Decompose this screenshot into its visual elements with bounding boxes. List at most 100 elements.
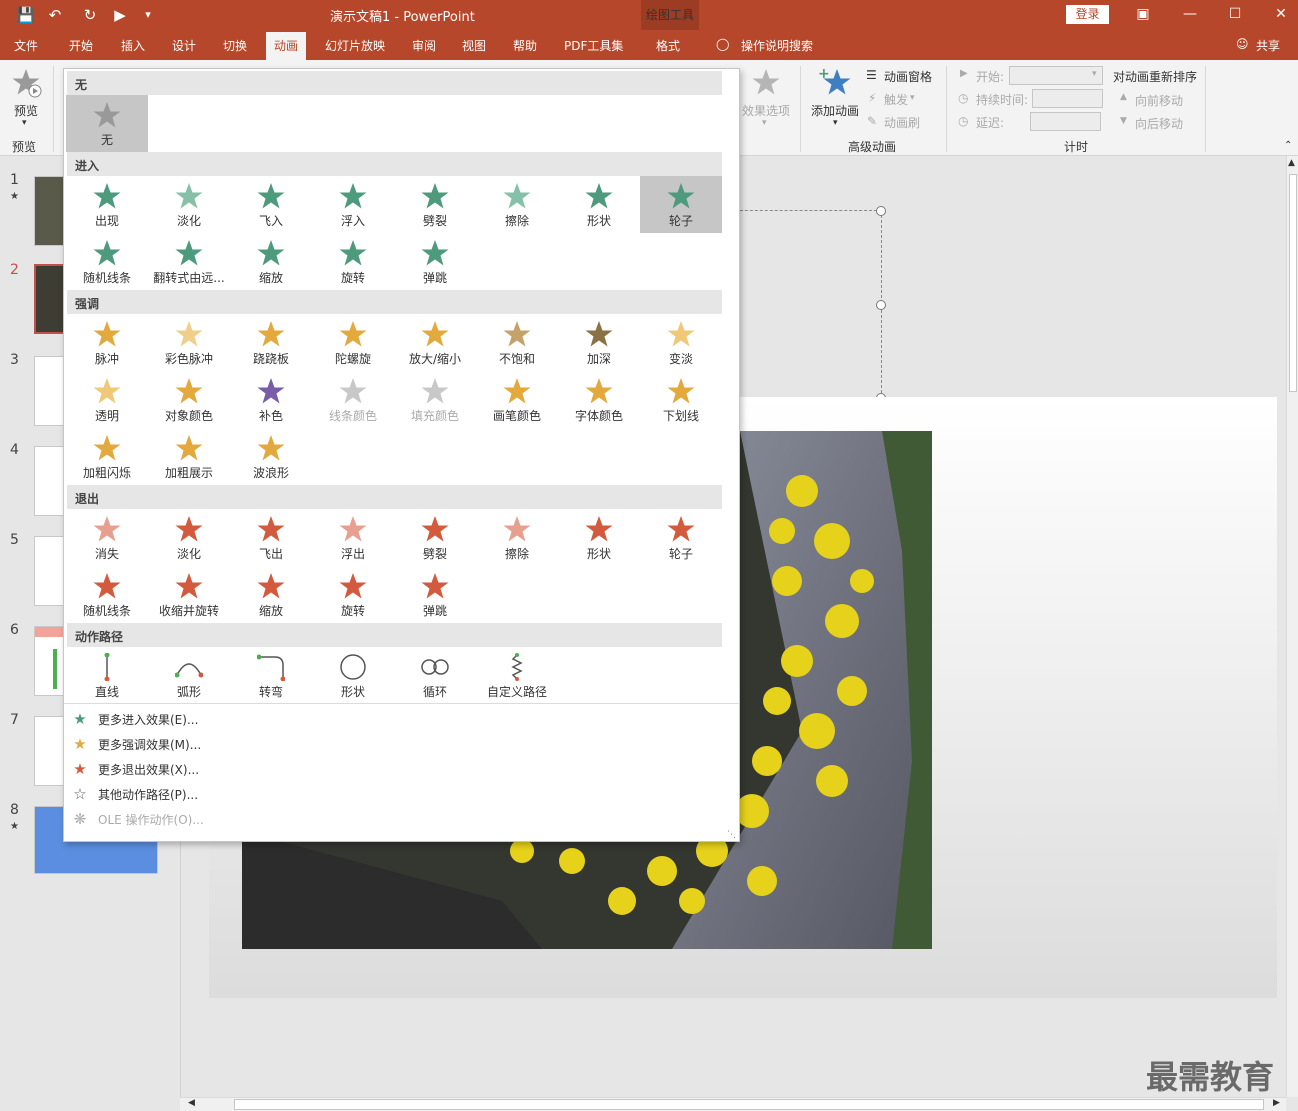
start-select[interactable] — [1009, 66, 1103, 85]
add-animation-dropdown-icon[interactable]: ▾ — [833, 118, 838, 128]
entrance-effect[interactable]: 形状 — [558, 176, 640, 233]
exit-effect[interactable]: 缩放 — [230, 566, 312, 623]
exit-effect[interactable]: 擦除 — [476, 509, 558, 566]
tab-slideshow[interactable]: 幻灯片放映 — [325, 37, 385, 54]
emphasis-effect[interactable]: 不饱和 — [476, 314, 558, 371]
entrance-effect[interactable]: 劈裂 — [394, 176, 476, 233]
emphasis-effect[interactable]: 补色 — [230, 371, 312, 428]
duration-input[interactable] — [1032, 89, 1103, 108]
emphasis-effect[interactable]: 填充颜色 — [394, 371, 476, 428]
entrance-effect[interactable]: 随机线条 — [66, 233, 148, 290]
tab-help[interactable]: 帮助 — [513, 37, 537, 54]
emphasis-effect[interactable]: 加粗闪烁 — [66, 428, 148, 485]
entrance-effect[interactable]: 飞入 — [230, 176, 312, 233]
more-effects-item[interactable]: ★ 更多进入效果(E)... — [70, 710, 198, 728]
redo-icon[interactable]: ↻ — [80, 5, 100, 25]
exit-effect[interactable]: 轮子 — [640, 509, 722, 566]
entrance-effect[interactable]: 浮入 — [312, 176, 394, 233]
exit-effect[interactable]: 浮出 — [312, 509, 394, 566]
resize-handle[interactable] — [876, 206, 886, 216]
tab-animations[interactable]: 动画 — [266, 32, 307, 60]
move-later-button[interactable]: 向后移动 — [1135, 115, 1183, 132]
tab-design[interactable]: 设计 — [172, 37, 196, 54]
exit-effect[interactable]: 淡化 — [148, 509, 230, 566]
entrance-effect[interactable]: 出现 — [66, 176, 148, 233]
more-effects-item[interactable]: ★ 更多退出效果(X)... — [70, 760, 199, 778]
exit-effect[interactable]: 飞出 — [230, 509, 312, 566]
entrance-effect[interactable]: 缩放 — [230, 233, 312, 290]
entrance-effect[interactable]: 弹跳 — [394, 233, 476, 290]
none-effect[interactable]: 无 — [66, 95, 148, 152]
tab-review[interactable]: 审阅 — [412, 37, 436, 54]
start-from-beginning-icon[interactable]: ▶ — [110, 5, 130, 25]
tab-format[interactable]: 格式 — [656, 37, 680, 54]
share-button[interactable]: 共享 — [1256, 37, 1280, 54]
preview-dropdown-icon[interactable]: ▾ — [22, 118, 27, 128]
exit-effect[interactable]: 旋转 — [312, 566, 394, 623]
emphasis-effect[interactable]: 跷跷板 — [230, 314, 312, 371]
collapse-ribbon-icon[interactable]: ⌃ — [1284, 140, 1292, 151]
login-button[interactable]: 登录 — [1066, 5, 1109, 24]
emphasis-effect[interactable]: 字体颜色 — [558, 371, 640, 428]
emphasis-effect[interactable]: 彩色脉冲 — [148, 314, 230, 371]
paths-effect[interactable]: 形状 — [312, 647, 394, 704]
preview-icon[interactable] — [12, 68, 42, 98]
save-icon[interactable]: 💾 — [16, 5, 36, 25]
entrance-effect[interactable]: 擦除 — [476, 176, 558, 233]
emphasis-effect[interactable]: 放大/缩小 — [394, 314, 476, 371]
emphasis-effect[interactable]: 加粗展示 — [148, 428, 230, 485]
tell-me-search[interactable]: 操作说明搜索 — [741, 37, 813, 54]
tab-pdf-tools[interactable]: PDF工具集 — [564, 37, 623, 54]
emphasis-effect[interactable]: 脉冲 — [66, 314, 148, 371]
paths-effect[interactable]: 转弯 — [230, 647, 312, 704]
more-effects-item[interactable]: ☆ 其他动作路径(P)... — [70, 785, 198, 803]
emphasis-effect[interactable]: 透明 — [66, 371, 148, 428]
close-icon[interactable]: ✕ — [1266, 4, 1296, 24]
more-effects-item[interactable]: ★ 更多强调效果(M)... — [70, 735, 201, 753]
scroll-right-icon[interactable]: ▶ — [1273, 1098, 1280, 1108]
emphasis-effect[interactable]: 下划线 — [640, 371, 722, 428]
emphasis-effect[interactable]: 波浪形 — [230, 428, 312, 485]
entrance-effect[interactable]: 轮子 — [640, 176, 722, 233]
resize-grip-icon[interactable]: ⋱ — [727, 830, 736, 840]
entrance-effect[interactable]: 翻转式由远... — [148, 233, 230, 290]
emphasis-effect[interactable]: 变淡 — [640, 314, 722, 371]
exit-effect[interactable]: 形状 — [558, 509, 640, 566]
tab-file[interactable]: 文件 — [14, 37, 38, 54]
customize-toolbar-icon[interactable]: ▾ — [138, 5, 158, 25]
exit-effect[interactable]: 弹跳 — [394, 566, 476, 623]
emphasis-effect[interactable]: 对象颜色 — [148, 371, 230, 428]
scroll-left-icon[interactable]: ◀ — [188, 1098, 195, 1108]
exit-effect[interactable]: 劈裂 — [394, 509, 476, 566]
tab-transitions[interactable]: 切换 — [223, 37, 247, 54]
entrance-effect[interactable]: 淡化 — [148, 176, 230, 233]
paths-effect[interactable]: 自定义路径 — [476, 647, 558, 704]
paths-effect[interactable]: 循环 — [394, 647, 476, 704]
resize-handle[interactable] — [876, 300, 886, 310]
animation-pane-button[interactable]: 动画窗格 — [884, 68, 932, 85]
add-animation-icon[interactable]: + — [818, 66, 852, 98]
ribbon-display-icon[interactable]: ▣ — [1128, 4, 1158, 24]
vertical-scrollbar[interactable]: ▲ — [1286, 156, 1298, 1097]
tab-view[interactable]: 视图 — [462, 37, 486, 54]
trigger-button[interactable]: 触发 — [884, 91, 908, 108]
scroll-thumb[interactable] — [1289, 174, 1297, 392]
minimize-icon[interactable]: — — [1175, 4, 1205, 24]
emphasis-effect[interactable]: 画笔颜色 — [476, 371, 558, 428]
exit-effect[interactable]: 收缩并旋转 — [148, 566, 230, 623]
emphasis-effect[interactable]: 陀螺旋 — [312, 314, 394, 371]
start-dropdown-icon[interactable]: ▾ — [1092, 69, 1097, 79]
undo-icon[interactable]: ↶ — [45, 5, 65, 25]
tab-home[interactable]: 开始 — [69, 37, 93, 54]
paths-effect[interactable]: 直线 — [66, 647, 148, 704]
emphasis-effect[interactable]: 线条颜色 — [312, 371, 394, 428]
selection-box[interactable] — [730, 210, 882, 398]
delay-input[interactable] — [1030, 112, 1101, 131]
maximize-icon[interactable]: ☐ — [1220, 4, 1250, 24]
scroll-up-icon[interactable]: ▲ — [1288, 158, 1295, 168]
exit-effect[interactable]: 消失 — [66, 509, 148, 566]
move-earlier-button[interactable]: 向前移动 — [1135, 92, 1183, 109]
entrance-effect[interactable]: 旋转 — [312, 233, 394, 290]
emphasis-effect[interactable]: 加深 — [558, 314, 640, 371]
animation-painter-button[interactable]: 动画刷 — [884, 114, 920, 131]
